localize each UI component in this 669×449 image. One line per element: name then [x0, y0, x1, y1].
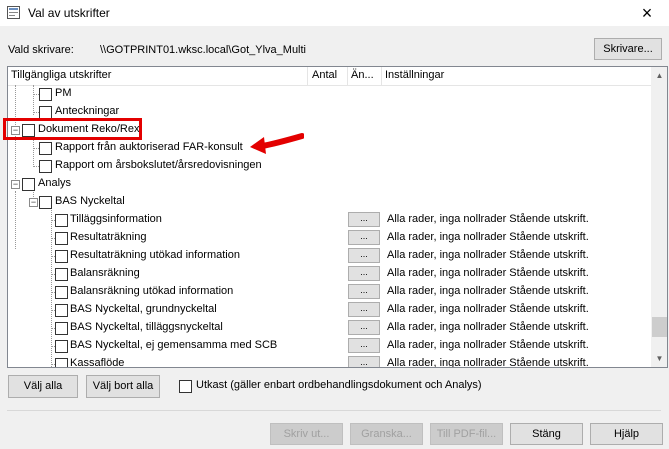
tree-item-label: Rapport om årsbokslutet/årsredovisningen — [55, 159, 262, 171]
print-tree-list[interactable]: Tillgängliga utskrifter Antal Än... Inst… — [7, 66, 668, 368]
tree-item-label: Resultaträkning utökad information — [70, 249, 240, 261]
tree-checkbox[interactable] — [55, 214, 68, 227]
tree-item-annual-report[interactable]: Rapport om årsbokslutet/årsredovisningen — [8, 157, 651, 175]
tree-checkbox[interactable] — [55, 304, 68, 317]
close-icon[interactable]: × — [627, 1, 667, 25]
tree-item-ej-gemensamma[interactable]: BAS Nyckeltal, ej gemensamma med SCB ...… — [8, 337, 651, 355]
preview-button[interactable]: Granska... — [350, 423, 423, 445]
tree-checkbox[interactable] — [55, 232, 68, 245]
help-button[interactable]: Hjälp — [590, 423, 663, 445]
tree-item-label: Balansräkning utökad information — [70, 285, 234, 297]
settings-button[interactable]: ... — [348, 338, 380, 353]
settings-text: Alla rader, inga nollrader Stående utskr… — [387, 285, 589, 297]
tree-item-label: BAS Nyckeltal — [55, 195, 125, 207]
tree-item-label: BAS Nyckeltal, grundnyckeltal — [70, 303, 217, 315]
settings-button[interactable]: ... — [348, 356, 380, 367]
column-header-count[interactable]: Antal — [312, 69, 337, 81]
tree-item-label: Analys — [38, 177, 72, 189]
vertical-scrollbar[interactable]: ▲ ▼ — [651, 67, 667, 367]
settings-text: Alla rader, inga nollrader Stående utskr… — [387, 321, 589, 333]
tree-checkbox[interactable] — [39, 160, 52, 173]
pdf-button[interactable]: Till PDF-fil... — [430, 423, 503, 445]
tree-item-grundnyckeltal[interactable]: BAS Nyckeltal, grundnyckeltal ... Alla r… — [8, 301, 651, 319]
settings-text: Alla rader, inga nollrader Stående utskr… — [387, 357, 589, 368]
deselect-all-button[interactable]: Välj bort alla — [86, 375, 160, 398]
column-separator[interactable] — [307, 67, 308, 85]
tree-item-label: Tilläggsinformation — [70, 213, 162, 225]
tree-item-kassaflode[interactable]: Kassaflöde ... Alla rader, inga nollrade… — [8, 355, 651, 368]
scrollbar-thumb[interactable] — [652, 317, 667, 337]
tree-checkbox[interactable] — [22, 178, 35, 191]
tree-item-label: Rapport från auktoriserad FAR-konsult — [55, 141, 243, 153]
settings-button[interactable]: ... — [348, 302, 380, 317]
tree-item-label: BAS Nyckeltal, tilläggsnyckeltal — [70, 321, 223, 333]
tree-item-label: Balansräkning — [70, 267, 140, 279]
tree-item-pm[interactable]: PM — [8, 85, 651, 103]
tree-item-far-report[interactable]: Rapport från auktoriserad FAR-konsult — [8, 139, 651, 157]
tree-item-balansrakning-utokad[interactable]: Balansräkning utökad information ... All… — [8, 283, 651, 301]
settings-button[interactable]: ... — [348, 230, 380, 245]
settings-text: Alla rader, inga nollrader Stående utskr… — [387, 267, 589, 279]
tree-item-label: PM — [55, 87, 72, 99]
column-header-available[interactable]: Tillgängliga utskrifter — [11, 69, 111, 81]
tree-checkbox[interactable] — [55, 250, 68, 263]
title-bar: Val av utskrifter × — [0, 0, 669, 26]
red-arrow-icon — [250, 133, 304, 154]
close-button[interactable]: Stäng — [510, 423, 583, 445]
tree-item-balansrakning[interactable]: Balansräkning ... Alla rader, inga nollr… — [8, 265, 651, 283]
settings-button[interactable]: ... — [348, 248, 380, 263]
scroll-up-icon[interactable]: ▲ — [651, 67, 667, 84]
tree-item-tillaggsnyckeltal[interactable]: BAS Nyckeltal, tilläggsnyckeltal ... All… — [8, 319, 651, 337]
draft-label: Utkast (gäller enbart ordbehandlingsdoku… — [196, 379, 482, 391]
settings-text: Alla rader, inga nollrader Stående utskr… — [387, 213, 589, 225]
tree-checkbox[interactable] — [39, 142, 52, 155]
settings-button[interactable]: ... — [348, 284, 380, 299]
highlight-box — [3, 118, 142, 140]
app-icon — [7, 6, 20, 19]
tree-checkbox[interactable] — [55, 286, 68, 299]
window-title: Val av utskrifter — [28, 6, 110, 20]
printer-button[interactable]: Skrivare... — [594, 38, 662, 60]
tree-item-label: Anteckningar — [55, 105, 120, 117]
tree-checkbox[interactable] — [55, 322, 68, 335]
draft-checkbox[interactable] — [179, 380, 192, 393]
tree-checkbox[interactable] — [55, 358, 68, 367]
tree-checkbox[interactable] — [55, 340, 68, 353]
tree-checkbox[interactable] — [55, 268, 68, 281]
tree-item-tillaggsinformation[interactable]: Tilläggsinformation ... Alla rader, inga… — [8, 211, 651, 229]
settings-button[interactable]: ... — [348, 320, 380, 335]
settings-button[interactable]: ... — [348, 266, 380, 281]
printer-label: Vald skrivare: — [8, 44, 74, 56]
tree-checkbox[interactable] — [39, 196, 52, 209]
tree-item-bas-nyckeltal[interactable]: − BAS Nyckeltal — [8, 193, 651, 211]
select-all-button[interactable]: Välj alla — [8, 375, 78, 398]
tree-item-label: Resultaträkning — [70, 231, 147, 243]
tree-checkbox[interactable] — [39, 88, 52, 101]
collapse-icon[interactable]: − — [29, 198, 38, 207]
tree-item-label: Kassaflöde — [70, 357, 125, 368]
collapse-icon[interactable]: − — [11, 180, 20, 189]
column-header-changed[interactable]: Än... — [351, 69, 374, 81]
column-header-settings[interactable]: Inställningar — [385, 69, 444, 81]
settings-button[interactable]: ... — [348, 212, 380, 227]
printer-value: \\GOTPRINT01.wksc.local\Got_Ylva_Multi — [100, 44, 307, 56]
tree-item-analys[interactable]: − Analys — [8, 175, 651, 193]
column-separator[interactable] — [381, 67, 382, 85]
settings-text: Alla rader, inga nollrader Stående utskr… — [387, 249, 589, 261]
tree-item-resultatrakning-utokad[interactable]: Resultaträkning utökad information ... A… — [8, 247, 651, 265]
tree-item-label: BAS Nyckeltal, ej gemensamma med SCB — [70, 339, 278, 351]
settings-text: Alla rader, inga nollrader Stående utskr… — [387, 303, 589, 315]
list-header: Tillgängliga utskrifter Antal Än... Inst… — [8, 67, 651, 86]
tree-item-resultatrakning[interactable]: Resultaträkning ... Alla rader, inga nol… — [8, 229, 651, 247]
settings-text: Alla rader, inga nollrader Stående utskr… — [387, 339, 589, 351]
scroll-down-icon[interactable]: ▼ — [651, 350, 667, 367]
print-button[interactable]: Skriv ut... — [270, 423, 343, 445]
column-separator[interactable] — [347, 67, 348, 85]
separator — [7, 410, 661, 411]
settings-text: Alla rader, inga nollrader Stående utskr… — [387, 231, 589, 243]
